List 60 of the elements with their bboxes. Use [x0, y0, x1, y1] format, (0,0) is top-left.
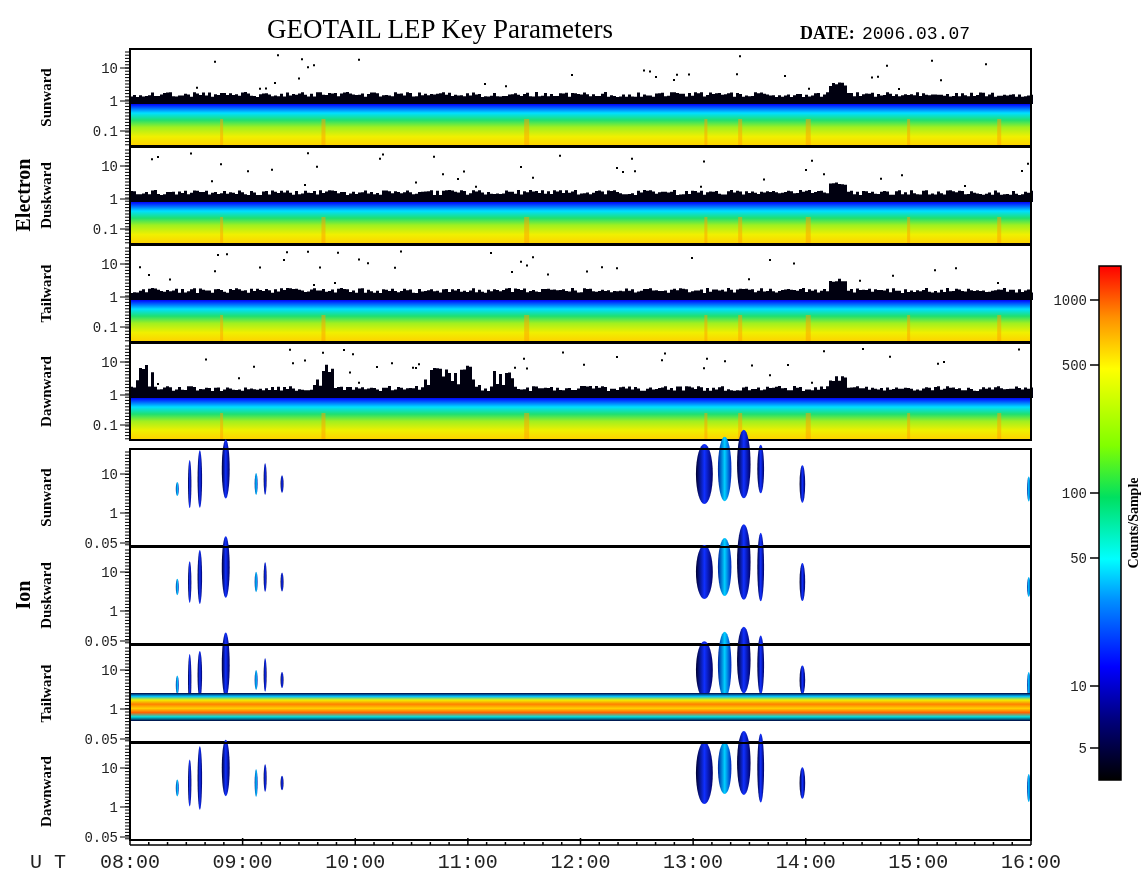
y-tick-label: 1: [109, 800, 118, 816]
x-tick-label: 14:00: [775, 851, 836, 874]
panel-label: Duskward: [38, 162, 54, 229]
colorbar-tick-label: 1000: [1053, 293, 1087, 309]
y-tick-label: 0.1: [92, 222, 118, 238]
y-tick-label: 1: [109, 192, 118, 208]
date-label: DATE:: [800, 23, 855, 43]
x-tick-label: 08:00: [100, 851, 160, 874]
colorbar-tick: [1089, 299, 1100, 301]
x-tick-label: 15:00: [888, 851, 949, 874]
group-label: Ion: [12, 580, 34, 610]
chart-title: GEOTAIL LEP Key Parameters: [267, 14, 613, 44]
group-label: Electron: [12, 158, 34, 232]
panel-label: Tailward: [38, 264, 54, 323]
y-tick-label: 1: [109, 604, 118, 620]
y-tick-label: 10: [101, 355, 118, 371]
colorbar-tick: [1089, 364, 1100, 366]
y-tick-label: 10: [101, 61, 118, 77]
colorbar-tick: [1089, 747, 1100, 749]
y-tick-label: 0.05: [84, 536, 118, 552]
panel-label: Duskward: [38, 562, 54, 629]
panel-label: Dawnward: [38, 756, 54, 827]
x-tick-label: 16:00: [1001, 851, 1061, 874]
x-tick-label: 10:00: [325, 851, 386, 874]
colorbar-tick: [1089, 557, 1100, 559]
colorbar-tick: [1089, 492, 1100, 494]
panel-label: Sunward: [38, 68, 54, 127]
panel-label: Tailward: [38, 664, 54, 723]
y-tick-label: 0.1: [92, 124, 118, 140]
y-tick-label: 10: [101, 565, 118, 581]
y-tick-label: 10: [101, 159, 118, 175]
y-tick-label: 1: [109, 388, 118, 404]
y-tick-label: 1: [109, 94, 118, 110]
y-tick-label: 0.1: [92, 320, 118, 336]
x-tick-label: 09:00: [212, 851, 273, 874]
y-tick-label: 0.1: [92, 418, 118, 434]
colorbar-tick-label: 50: [1070, 551, 1087, 567]
y-tick-label: 10: [101, 467, 118, 483]
y-tick-label: 0.05: [84, 732, 118, 748]
x-tick-label: 11:00: [437, 851, 498, 874]
colorbar-tick-label: 500: [1061, 358, 1087, 374]
date-value: 2006.03.07: [862, 24, 971, 44]
colorbar-label: Counts/Sample: [1126, 477, 1141, 569]
y-tick-label: 10: [101, 663, 118, 679]
y-tick-label: 0.05: [84, 830, 118, 846]
x-tick-label: 12:00: [550, 851, 611, 874]
y-tick-label: 0.05: [84, 634, 118, 650]
colorbar-tick-label: 100: [1061, 486, 1087, 502]
x-tick-label: 13:00: [663, 851, 724, 874]
colorbar-tick-label: 5: [1078, 741, 1087, 757]
y-tick-label: 1: [109, 702, 118, 718]
y-tick-label: 10: [101, 257, 118, 273]
x-axis-label: U T: [30, 851, 66, 874]
y-tick-label: 1: [109, 290, 118, 306]
colorbar-tick: [1089, 685, 1100, 687]
panel-label: Sunward: [38, 468, 54, 527]
y-tick-label: 1: [109, 506, 118, 522]
colorbar-tick-label: 10: [1070, 679, 1087, 695]
y-tick-label: 10: [101, 761, 118, 777]
panel-label: Dawnward: [38, 356, 54, 427]
